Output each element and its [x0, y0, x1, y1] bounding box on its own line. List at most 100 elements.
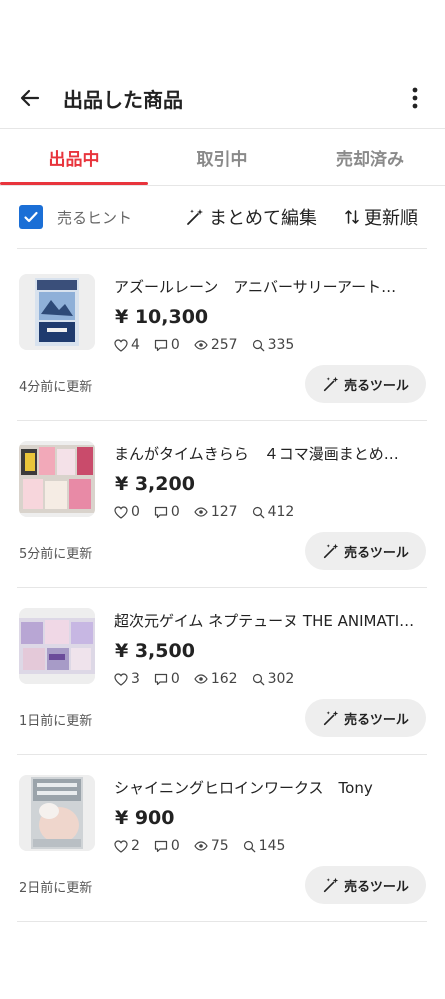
- item-stats: 2 0 75 145: [114, 838, 285, 854]
- sort-label: 更新順: [364, 208, 418, 229]
- likes-stat: 2: [114, 838, 140, 854]
- sell-tool-button[interactable]: 売るツール: [305, 365, 426, 403]
- bulk-edit-label: まとめて編集: [209, 208, 317, 229]
- comment-icon: [154, 339, 168, 351]
- back-button[interactable]: [14, 82, 46, 114]
- views-stat: 162: [194, 671, 238, 687]
- item-thumbnail-image: [19, 441, 95, 517]
- item-price: ¥ 10,300: [115, 306, 209, 328]
- page-title: 出品した商品: [63, 88, 183, 112]
- item-price: ¥ 900: [115, 807, 175, 829]
- sell-tool-label: 売るツール: [344, 545, 409, 561]
- search-icon: [252, 506, 264, 518]
- list-item: アズールレーン アニバーサリーアート… ¥ 10,300 4 0 257 335…: [0, 254, 445, 421]
- sell-tool-button[interactable]: 売るツール: [305, 699, 426, 737]
- magic-wand-icon: [324, 710, 339, 726]
- tab-in-transaction[interactable]: 取引中: [148, 129, 296, 185]
- item-thumbnail[interactable]: [19, 775, 95, 851]
- toolbar: 売るヒント まとめて編集 更新順: [0, 186, 445, 248]
- likes-count: 2: [131, 838, 140, 854]
- sell-tool-button[interactable]: 売るツール: [305, 532, 426, 570]
- likes-stat: 4: [114, 337, 140, 353]
- views-stat: 127: [194, 504, 238, 520]
- item-thumbnail[interactable]: [19, 274, 95, 350]
- item-stats: 3 0 162 302: [114, 671, 294, 687]
- item-title[interactable]: まんがタイムきらら ４コマ漫画まとめ…: [114, 443, 426, 464]
- more-options-button[interactable]: [403, 82, 427, 114]
- more-vertical-icon: [412, 87, 418, 109]
- likes-count: 3: [131, 671, 140, 687]
- comments-count: 0: [170, 504, 180, 520]
- item-price: ¥ 3,500: [115, 640, 195, 662]
- updated-time: 2日前に更新: [19, 881, 93, 896]
- comment-icon: [154, 506, 168, 518]
- list-item: まんがタイムきらら ４コマ漫画まとめ… ¥ 3,200 0 0 127 412 …: [0, 421, 445, 588]
- updated-time: 4分前に更新: [19, 380, 93, 395]
- searches-count: 335: [267, 337, 295, 353]
- searches-stat: 412: [252, 504, 295, 520]
- views-count: 257: [210, 337, 238, 353]
- sell-tool-label: 売るツール: [344, 712, 409, 728]
- sell-tool-label: 売るツール: [344, 879, 409, 895]
- eye-icon: [194, 841, 208, 851]
- tab-bar: 出品中 取引中 売却済み: [0, 129, 445, 185]
- tab-listing[interactable]: 出品中: [0, 129, 148, 185]
- heart-icon: [114, 672, 128, 686]
- item-thumbnail[interactable]: [19, 608, 95, 684]
- searches-stat: 335: [252, 337, 295, 353]
- comments-count: 0: [170, 838, 180, 854]
- item-thumbnail[interactable]: [19, 441, 95, 517]
- eye-icon: [194, 674, 208, 684]
- updated-time: 5分前に更新: [19, 547, 93, 562]
- app: 出品した商品 出品中 取引中 売却済み 売るヒント まとめて編集 更新順 アズー…: [0, 0, 445, 999]
- magic-wand-icon: [324, 376, 339, 392]
- heart-icon: [114, 338, 128, 352]
- views-stat: 75: [194, 838, 229, 854]
- header: 出品した商品: [0, 70, 445, 128]
- searches-count: 302: [267, 671, 295, 687]
- likes-count: 4: [131, 337, 140, 353]
- list-item: 超次元ゲイム ネプテューヌ THE ANIMATI… ¥ 3,500 3 0 1…: [0, 588, 445, 755]
- item-stats: 4 0 257 335: [114, 337, 294, 353]
- item-thumbnail-image: [19, 274, 95, 350]
- searches-stat: 302: [252, 671, 295, 687]
- views-count: 162: [210, 671, 238, 687]
- sort-arrows-icon: [345, 210, 359, 224]
- searches-count: 412: [267, 504, 295, 520]
- sell-hint-checkbox[interactable]: [19, 205, 43, 229]
- search-icon: [243, 840, 256, 852]
- views-count: 75: [210, 838, 229, 854]
- toolbar-divider: [17, 248, 427, 249]
- sell-tool-button[interactable]: 売るツール: [305, 866, 426, 904]
- comment-icon: [154, 840, 168, 852]
- likes-count: 0: [131, 504, 140, 520]
- comments-stat: 0: [154, 671, 180, 687]
- item-title[interactable]: 超次元ゲイム ネプテューヌ THE ANIMATI…: [114, 610, 426, 631]
- sell-hint-label: 売るヒント: [57, 209, 133, 227]
- comments-count: 0: [170, 337, 180, 353]
- sell-tool-label: 売るツール: [344, 378, 409, 394]
- list-item: シャイニングヒロインワークス Tony ¥ 900 2 0 75 145 2日前…: [0, 755, 445, 922]
- search-icon: [252, 339, 264, 351]
- search-icon: [252, 673, 264, 685]
- sort-button[interactable]: 更新順: [344, 204, 418, 230]
- comment-icon: [154, 673, 168, 685]
- views-stat: 257: [194, 337, 238, 353]
- bulk-edit-button[interactable]: まとめて編集: [185, 204, 317, 230]
- updated-time: 1日前に更新: [19, 714, 93, 729]
- heart-icon: [114, 505, 128, 519]
- item-price: ¥ 3,200: [115, 473, 195, 495]
- check-icon: [24, 211, 38, 223]
- item-stats: 0 0 127 412: [114, 504, 294, 520]
- item-divider: [17, 921, 427, 922]
- searches-count: 145: [258, 838, 286, 854]
- tab-sold[interactable]: 売却済み: [296, 129, 444, 185]
- item-title[interactable]: アズールレーン アニバーサリーアート…: [114, 276, 426, 297]
- magic-wand-icon: [324, 543, 339, 559]
- item-title[interactable]: シャイニングヒロインワークス Tony: [114, 777, 426, 798]
- likes-stat: 0: [114, 504, 140, 520]
- comments-stat: 0: [154, 504, 180, 520]
- comments-stat: 0: [154, 337, 180, 353]
- eye-icon: [194, 340, 208, 350]
- magic-wand-icon: [324, 877, 339, 893]
